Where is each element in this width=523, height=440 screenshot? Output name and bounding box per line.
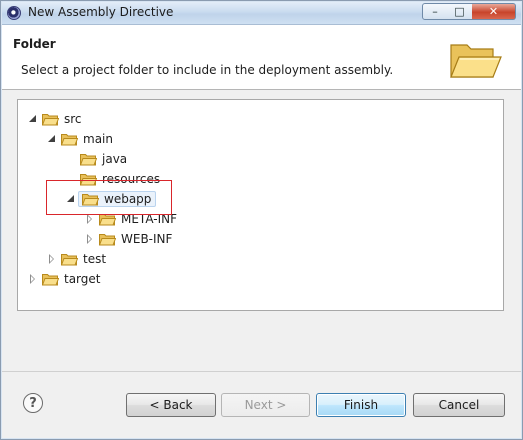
collapsed-arrow-icon[interactable] (84, 213, 96, 225)
folder-icon (80, 173, 97, 186)
tree-node-content[interactable]: WEB-INF (99, 232, 173, 246)
tree-node-meta-inf[interactable]: META-INF (84, 209, 178, 229)
tree-node-label: WEB-INF (121, 232, 173, 246)
close-icon: ✕ (488, 5, 499, 18)
folder-icon (80, 153, 97, 166)
folder-icon (42, 113, 59, 126)
folder-icon (42, 273, 59, 286)
dialog-window: New Assembly Directive – □ ✕ Folder Sele… (0, 0, 523, 440)
help-button[interactable]: ? (23, 393, 43, 413)
tree-node-content[interactable]: resources (80, 172, 161, 186)
wizard-header: Folder Select a project folder to includ… (2, 25, 521, 90)
tree-node-content[interactable]: target (42, 272, 102, 286)
tree-node-webapp[interactable]: webapp (65, 189, 157, 209)
tree-node-web-inf[interactable]: WEB-INF (84, 229, 173, 249)
tree-node-content[interactable]: src (42, 112, 83, 126)
folder-tree[interactable]: src main java resources webapp META-INF WEB-IN… (17, 99, 504, 311)
folder-icon (99, 213, 116, 226)
folder-icon (82, 193, 99, 206)
collapsed-arrow-icon[interactable] (46, 253, 58, 265)
tree-node-label: src (64, 112, 82, 126)
tree-node-label: resources (102, 172, 161, 186)
tree-node-label: META-INF (121, 212, 178, 226)
window-title: New Assembly Directive (28, 5, 174, 19)
help-icon: ? (29, 395, 37, 411)
tree-node-label: webapp (104, 192, 152, 206)
tree-node-label: test (83, 252, 107, 266)
next-button[interactable]: Next > (221, 393, 310, 417)
tree-node-content[interactable]: webapp (78, 191, 157, 207)
tree-node-label: java (102, 152, 128, 166)
tree-node-test[interactable]: test (46, 249, 107, 269)
back-button[interactable]: < Back (126, 393, 216, 417)
collapsed-arrow-icon[interactable] (84, 233, 96, 245)
maximize-icon: □ (454, 5, 465, 18)
tree-node-content[interactable]: java (80, 152, 128, 166)
minimize-button[interactable]: – (422, 3, 448, 20)
tree-node-content[interactable]: META-INF (99, 212, 178, 226)
page-description: Select a project folder to include in th… (21, 63, 394, 77)
tree-node-target[interactable]: target (27, 269, 102, 289)
tree-node-content[interactable]: test (61, 252, 107, 266)
folder-icon (61, 133, 78, 146)
maximize-button[interactable]: □ (447, 3, 473, 20)
folder-icon (99, 233, 116, 246)
tree-node-java[interactable]: java (65, 149, 128, 169)
collapsed-arrow-icon[interactable] (27, 273, 39, 285)
eclipse-app-icon (7, 6, 21, 20)
minimize-icon: – (432, 5, 438, 18)
expanded-arrow-icon[interactable] (46, 133, 58, 145)
title-bar[interactable]: New Assembly Directive – □ ✕ (2, 2, 521, 25)
tree-node-src[interactable]: src (27, 109, 83, 129)
tree-node-main[interactable]: main (46, 129, 114, 149)
cancel-button[interactable]: Cancel (413, 393, 505, 417)
expanded-arrow-icon[interactable] (65, 193, 77, 205)
footer-separator (2, 371, 521, 372)
open-folder-icon (450, 44, 502, 78)
tree-node-content[interactable]: main (61, 132, 114, 146)
page-title: Folder (13, 37, 56, 51)
no-arrow-spacer (65, 173, 77, 185)
tree-node-label: target (64, 272, 101, 286)
tree-node-label: main (83, 132, 113, 146)
no-arrow-spacer (65, 153, 77, 165)
folder-icon (61, 253, 78, 266)
finish-button[interactable]: Finish (316, 393, 406, 417)
expanded-arrow-icon[interactable] (27, 113, 39, 125)
close-button[interactable]: ✕ (472, 3, 516, 20)
tree-node-resources[interactable]: resources (65, 169, 161, 189)
